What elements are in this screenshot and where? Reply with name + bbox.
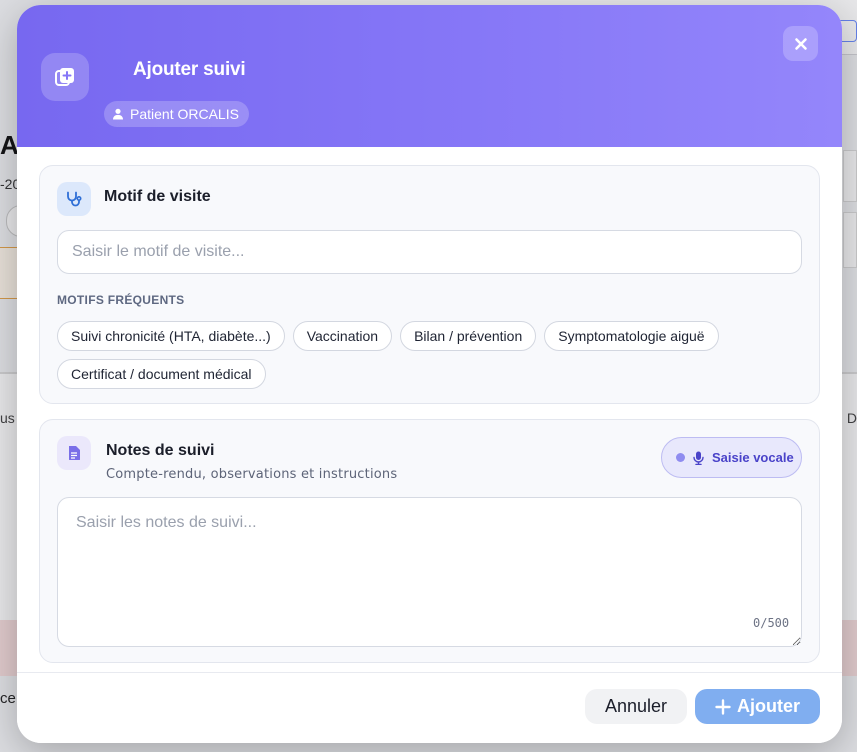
close-button[interactable] [783,26,818,61]
followup-notes-title: Notes de suivi [106,442,215,459]
add-document-icon [41,53,89,101]
modal-header: Ajouter suivi Patient ORCALIS [17,5,842,147]
chip-acute-symptoms[interactable]: Symptomatologie aiguë [544,321,719,351]
chip-chronic-followup[interactable]: Suivi chronicité (HTA, diabète...) [57,321,285,351]
patient-badge: Patient ORCALIS [104,101,249,127]
frequent-reasons-label: MOTIFS FRÉQUENTS [57,293,185,307]
followup-notes-card: Notes de suivi Compte-rendu, observation… [39,419,820,663]
followup-notes-subtitle: Compte-rendu, observations et instructio… [106,467,398,482]
followup-notes-textarea[interactable] [57,497,802,647]
visit-reason-input[interactable] [57,230,802,274]
frequent-reasons-chips: Suivi chronicité (HTA, diabète...) Vacci… [57,321,757,389]
cancel-button[interactable]: Annuler [585,689,687,724]
close-icon [794,37,807,50]
document-icon [57,436,91,470]
add-button[interactable]: Ajouter [695,689,820,724]
chip-vaccination[interactable]: Vaccination [292,321,393,351]
patient-name: Patient ORCALIS [130,106,239,122]
add-button-label: Ajouter [737,696,800,716]
visit-reason-title: Motif de visite [104,188,211,205]
chip-checkup-prevention[interactable]: Bilan / prévention [400,321,537,351]
modal-title: Ajouter suivi [133,59,246,80]
microphone-icon [693,451,704,465]
recording-status-dot [676,453,685,462]
stethoscope-icon [57,182,91,216]
voice-input-button[interactable]: Saisie vocale [661,437,802,478]
voice-input-label: Saisie vocale [712,450,794,465]
character-counter: 0/500 [753,616,790,630]
user-icon [113,108,123,120]
plus-icon [715,698,731,715]
modal-footer: Annuler Ajouter [17,672,842,743]
visit-reason-card: Motif de visite MOTIFS FRÉQUENTS Suivi c… [39,165,820,404]
add-followup-modal: Ajouter suivi Patient ORCALIS Motif de v… [17,5,842,743]
modal-body: Motif de visite MOTIFS FRÉQUENTS Suivi c… [17,147,842,672]
chip-medical-certificate[interactable]: Certificat / document médical [57,359,266,389]
